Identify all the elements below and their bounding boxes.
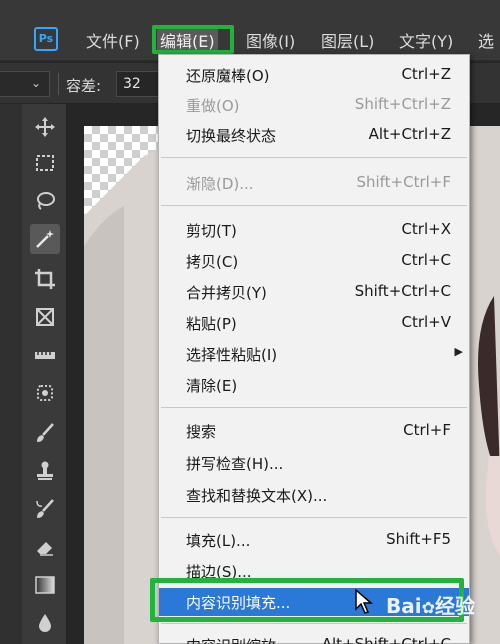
menu-select[interactable]: 选 xyxy=(478,28,494,52)
history-brush-tool-icon[interactable] xyxy=(30,494,60,524)
menu-item-shortcut: Ctrl+Z xyxy=(401,65,451,83)
menu-item-find-replace[interactable]: 查找和替换文本(X)... xyxy=(159,481,469,509)
menu-item-label: 还原魔棒(O) xyxy=(186,67,270,85)
menu-item-shortcut: Ctrl+V xyxy=(401,313,451,331)
menu-item-label: 渐隐(D)... xyxy=(186,175,254,193)
tools-strip xyxy=(22,104,66,644)
menu-item-shortcut: Shift+F5 xyxy=(386,530,451,548)
menu-item-shortcut: Shift+Ctrl+C xyxy=(354,282,451,300)
menu-item-toggle-last-state[interactable]: 切换最终状态 Alt+Ctrl+Z xyxy=(159,121,469,149)
menu-item-shortcut: Alt+Ctrl+Z xyxy=(368,125,451,143)
menu-item-label: 选择性粘贴(I) xyxy=(186,346,278,364)
menu-bar: Ps 文件(F) 编辑(E) 图像(I) 图层(L) 文字(Y) 选 xyxy=(0,0,500,60)
baidu-watermark: Bai✿经验 xyxy=(386,590,475,619)
menu-separator xyxy=(161,407,467,408)
blur-tool-icon[interactable] xyxy=(30,608,60,638)
tool-preset-dropdown[interactable]: ⌄ xyxy=(0,71,50,97)
menu-item-cut[interactable]: 剪切(T) Ctrl+X xyxy=(159,216,469,244)
watermark-text: Bai xyxy=(386,594,422,618)
menu-layer[interactable]: 图层(L) xyxy=(321,28,374,52)
menu-item-shortcut: Shift+Ctrl+F xyxy=(356,173,451,191)
menu-image[interactable]: 图像(I) xyxy=(246,28,295,52)
tolerance-input[interactable]: 32 xyxy=(116,71,160,97)
menu-item-shortcut: Ctrl+C xyxy=(401,251,451,269)
frame-tool-icon[interactable] xyxy=(30,302,60,332)
menu-item-label: 重做(O) xyxy=(186,97,240,115)
menu-item-shortcut: Ctrl+F xyxy=(403,421,451,439)
marquee-tool-icon[interactable] xyxy=(30,148,60,178)
menu-item-shortcut: Alt+Shift+Ctrl+C xyxy=(321,635,451,644)
edit-menu-highlight-box xyxy=(152,25,234,54)
menu-item-check-spelling[interactable]: 拼写检查(H)... xyxy=(159,449,469,477)
chevron-down-icon: ⌄ xyxy=(30,76,41,90)
paw-icon: ✿ xyxy=(421,598,436,617)
gradient-tool-icon[interactable] xyxy=(30,570,60,600)
edit-dropdown-menu: 还原魔棒(O) Ctrl+Z 重做(O) Shift+Ctrl+Z 切换最终状态… xyxy=(158,54,470,644)
menu-item-paste[interactable]: 粘贴(P) Ctrl+V xyxy=(159,309,469,337)
menu-item-content-aware-scale[interactable]: 内容识别缩放 Alt+Shift+Ctrl+C xyxy=(159,631,469,644)
menu-item-label: 填充(L)... xyxy=(186,532,251,550)
spot-healing-tool-icon[interactable] xyxy=(30,378,60,408)
menu-item-label: 拷贝(C) xyxy=(186,253,239,271)
menu-item-copy-merged[interactable]: 合并拷贝(Y) Shift+Ctrl+C xyxy=(159,278,469,306)
menu-item-redo[interactable]: 重做(O) Shift+Ctrl+Z xyxy=(159,91,469,119)
menu-item-shortcut: Ctrl+X xyxy=(401,220,451,238)
menu-separator xyxy=(161,157,467,158)
mouse-cursor-icon xyxy=(355,589,374,614)
crop-tool-icon[interactable] xyxy=(30,264,60,294)
menu-item-label: 查找和替换文本(X)... xyxy=(186,487,328,505)
menu-file[interactable]: 文件(F) xyxy=(86,28,140,52)
menu-item-label: 清除(E) xyxy=(186,377,238,395)
menu-item-label: 搜索 xyxy=(186,423,217,441)
menu-item-paste-special[interactable]: 选择性粘贴(I) ▶ xyxy=(159,340,469,368)
eraser-tool-icon[interactable] xyxy=(30,532,60,562)
menu-item-label: 合并拷贝(Y) xyxy=(186,284,267,302)
menu-item-shortcut: Shift+Ctrl+Z xyxy=(354,95,451,113)
menu-item-label: 拼写检查(H)... xyxy=(186,455,284,473)
brush-tool-icon[interactable] xyxy=(30,418,60,448)
divider xyxy=(58,73,59,95)
menu-separator xyxy=(161,205,467,206)
menu-item-label: 剪切(T) xyxy=(186,222,237,240)
magic-wand-tool-icon[interactable] xyxy=(30,224,60,254)
menu-item-fade[interactable]: 渐隐(D)... Shift+Ctrl+F xyxy=(159,169,469,197)
menu-type[interactable]: 文字(Y) xyxy=(399,28,453,52)
menu-item-copy[interactable]: 拷贝(C) Ctrl+C xyxy=(159,247,469,275)
ruler-tool-icon[interactable] xyxy=(30,340,60,370)
menu-item-search[interactable]: 搜索 Ctrl+F xyxy=(159,417,469,445)
watermark-suffix: 经验 xyxy=(435,594,476,618)
submenu-arrow-icon: ▶ xyxy=(454,345,463,358)
menu-item-label: 粘贴(P) xyxy=(186,315,237,333)
move-tool-icon[interactable] xyxy=(30,112,60,142)
menu-separator xyxy=(161,517,467,518)
tools-panel xyxy=(0,104,66,644)
stamp-tool-icon[interactable] xyxy=(30,456,60,486)
menu-separator xyxy=(161,623,467,624)
menu-item-clear[interactable]: 清除(E) xyxy=(159,371,469,399)
menu-item-undo[interactable]: 还原魔棒(O) Ctrl+Z xyxy=(159,61,469,89)
menu-item-label: 内容识别缩放 xyxy=(186,635,276,644)
photoshop-logo[interactable]: Ps xyxy=(34,27,58,51)
menu-item-fill[interactable]: 填充(L)... Shift+F5 xyxy=(159,526,469,554)
menu-item-label: 切换最终状态 xyxy=(186,127,277,145)
lasso-tool-icon[interactable] xyxy=(30,186,60,216)
tolerance-label: 容差: xyxy=(66,77,102,95)
